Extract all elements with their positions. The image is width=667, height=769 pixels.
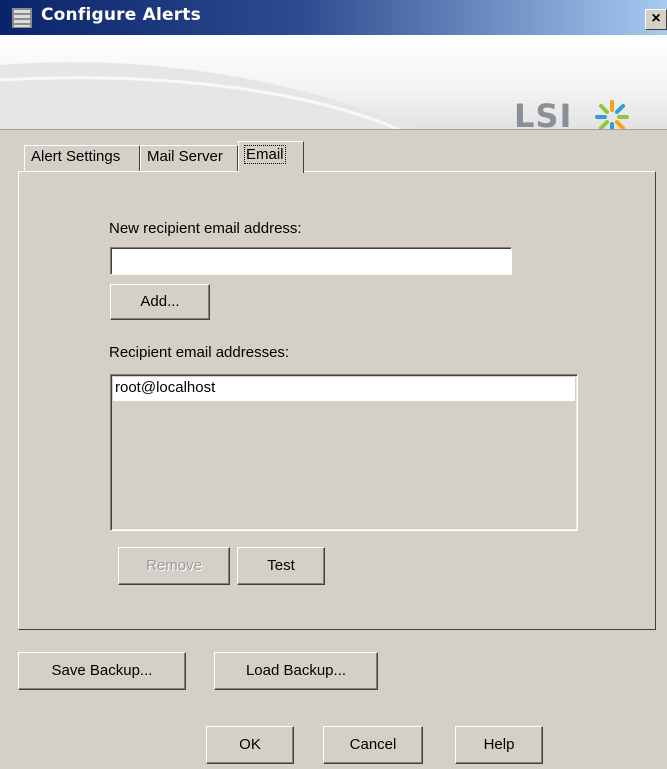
tab-label: Alert Settings bbox=[31, 148, 121, 165]
recipients-label: Recipient email addresses: bbox=[109, 344, 290, 361]
title-bar: Configure Alerts × bbox=[0, 0, 667, 35]
new-recipient-email-input[interactable] bbox=[110, 247, 512, 275]
ok-button[interactable]: OK bbox=[206, 726, 294, 764]
storage-app-icon bbox=[12, 8, 32, 28]
logo-text: LSI bbox=[514, 97, 573, 130]
add-button[interactable]: Add... bbox=[110, 284, 210, 320]
window-title: Configure Alerts bbox=[41, 5, 201, 25]
tab-email[interactable]: Email bbox=[238, 141, 304, 173]
lsi-starburst-icon bbox=[595, 100, 629, 130]
tab-label: Email bbox=[244, 145, 286, 164]
tab-label: Mail Server bbox=[147, 148, 223, 165]
list-item[interactable]: root@localhost bbox=[113, 377, 575, 401]
help-button[interactable]: Help bbox=[455, 726, 543, 764]
lsi-logo: LSI bbox=[514, 97, 644, 130]
tab-alert-settings[interactable]: Alert Settings bbox=[24, 145, 140, 171]
test-button[interactable]: Test bbox=[237, 547, 325, 585]
remove-button[interactable]: Remove bbox=[118, 547, 230, 585]
email-tab-panel: New recipient email address: Add... Reci… bbox=[18, 171, 656, 630]
close-button[interactable]: × bbox=[645, 9, 667, 30]
save-backup-button[interactable]: Save Backup... bbox=[18, 652, 186, 690]
recipient-list[interactable]: root@localhost bbox=[110, 374, 578, 531]
load-backup-button[interactable]: Load Backup... bbox=[214, 652, 378, 690]
header-banner: LSI bbox=[0, 35, 667, 130]
cancel-button[interactable]: Cancel bbox=[323, 726, 423, 764]
tab-mail-server[interactable]: Mail Server bbox=[140, 145, 238, 171]
new-recipient-label: New recipient email address: bbox=[109, 220, 302, 237]
banner-divider bbox=[0, 129, 667, 130]
